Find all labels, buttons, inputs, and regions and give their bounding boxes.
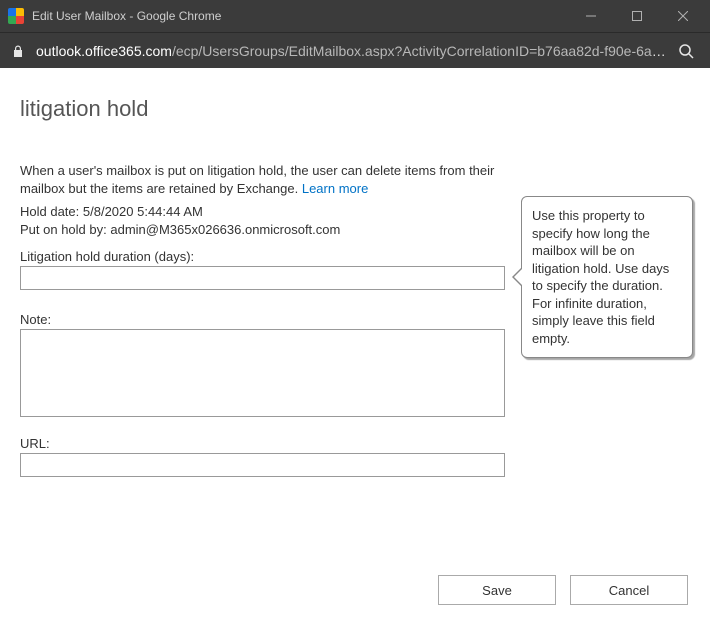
hold-date-label: Hold date: xyxy=(20,204,79,219)
url-row: URL: xyxy=(20,436,690,477)
hold-date-value: 5/8/2020 5:44:44 AM xyxy=(83,204,203,219)
duration-tooltip: Use this property to specify how long th… xyxy=(521,196,693,358)
page-body: litigation hold When a user's mailbox is… xyxy=(0,68,710,623)
window-title: Edit User Mailbox - Google Chrome xyxy=(32,9,568,23)
close-button[interactable] xyxy=(660,0,706,32)
save-button[interactable]: Save xyxy=(438,575,556,605)
maximize-icon xyxy=(632,11,642,21)
put-on-hold-label: Put on hold by: xyxy=(20,222,107,237)
intro-text: When a user's mailbox is put on litigati… xyxy=(20,162,520,197)
learn-more-link[interactable]: Learn more xyxy=(302,181,368,196)
search-icon xyxy=(678,43,694,59)
search-button[interactable] xyxy=(672,43,700,59)
maximize-button[interactable] xyxy=(614,0,660,32)
lock-icon xyxy=(10,44,26,58)
close-icon xyxy=(678,11,688,21)
minimize-icon xyxy=(586,11,596,21)
intro-line-1: When a user's mailbox is put on litigati… xyxy=(20,163,465,178)
window-titlebar: Edit User Mailbox - Google Chrome xyxy=(0,0,710,32)
url-input[interactable] xyxy=(20,453,505,477)
footer-buttons: Save Cancel xyxy=(438,575,688,605)
minimize-button[interactable] xyxy=(568,0,614,32)
put-on-hold-value: admin@M365x026636.onmicrosoft.com xyxy=(110,222,340,237)
url-label: URL: xyxy=(20,436,690,451)
address-bar[interactable]: outlook.office365.com/ecp/UsersGroups/Ed… xyxy=(0,32,710,68)
tooltip-text: Use this property to specify how long th… xyxy=(532,208,669,346)
url-host: outlook.office365.com xyxy=(36,43,172,59)
note-textarea[interactable] xyxy=(20,329,505,417)
cancel-button[interactable]: Cancel xyxy=(570,575,688,605)
url-path: /ecp/UsersGroups/EditMailbox.aspx?Activi… xyxy=(172,43,672,59)
duration-input[interactable] xyxy=(20,266,505,290)
window-controls xyxy=(568,0,706,32)
page-title: litigation hold xyxy=(20,96,690,122)
app-icon xyxy=(8,8,24,24)
url-text: outlook.office365.com/ecp/UsersGroups/Ed… xyxy=(36,43,672,59)
